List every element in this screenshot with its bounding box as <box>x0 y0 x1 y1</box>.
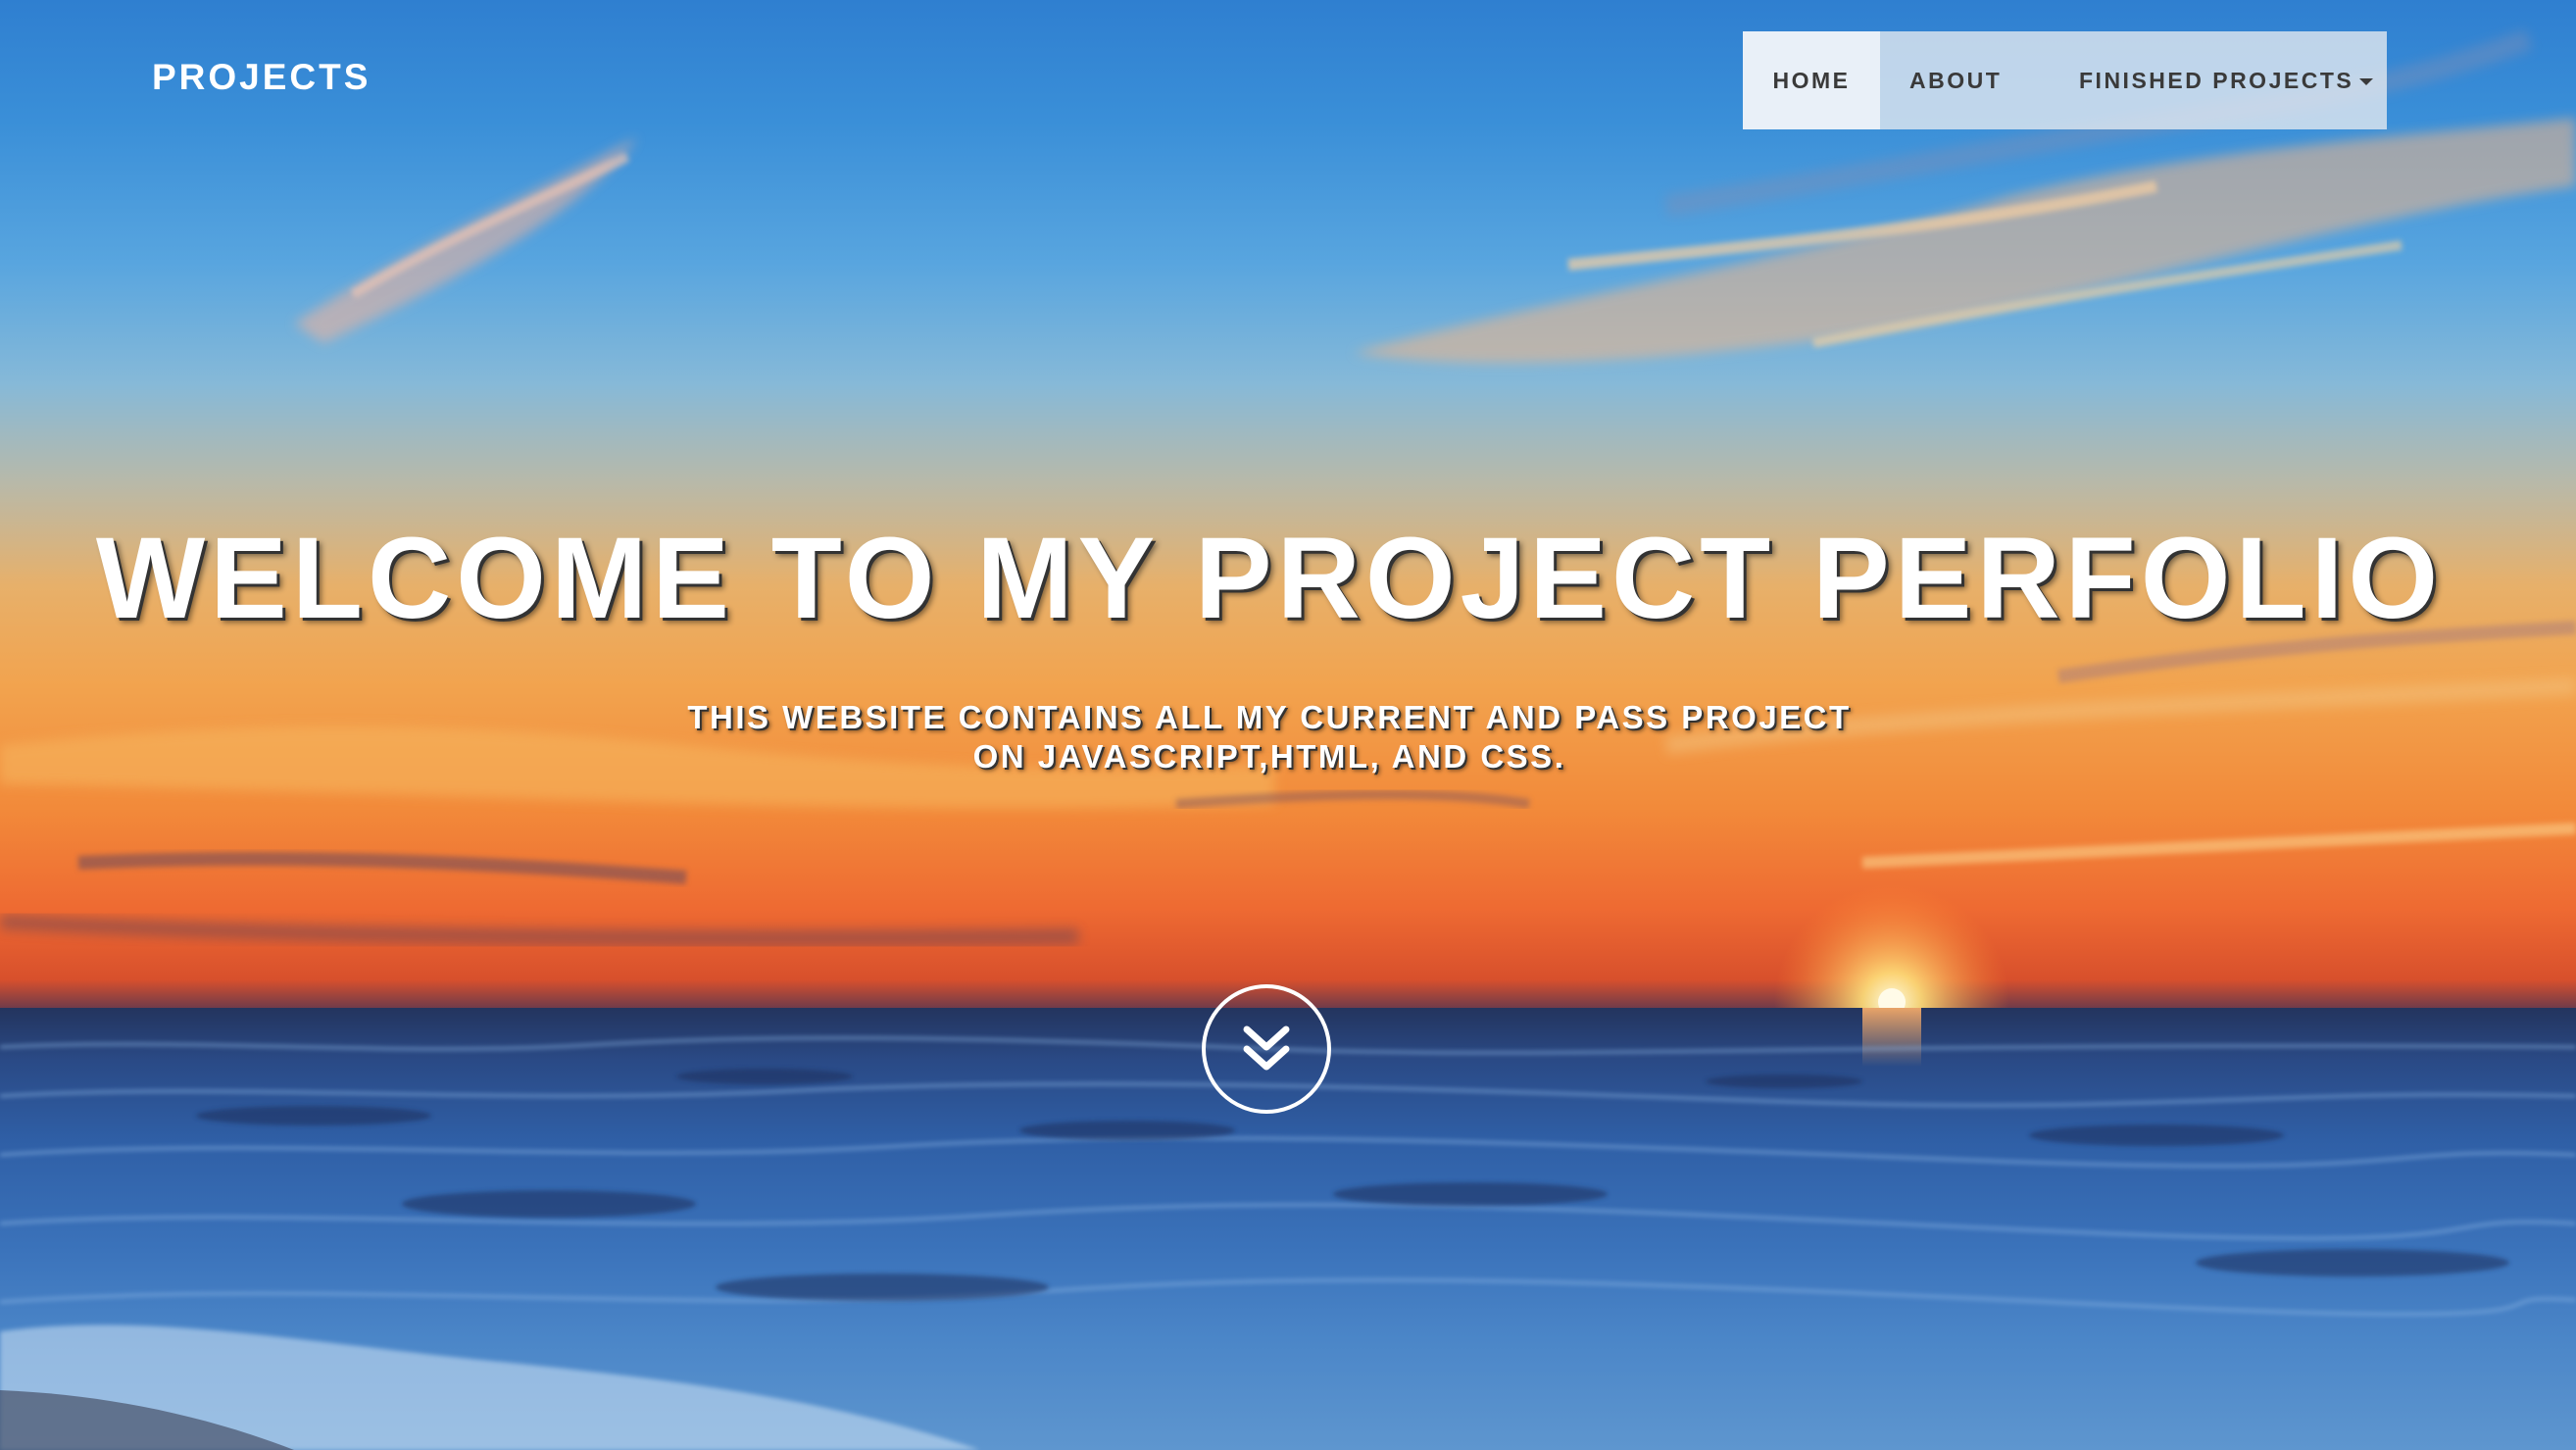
nav-item-finished-projects-dropdown[interactable]: FINISHED PROJECTS <box>2055 31 2374 129</box>
cloud-layer <box>0 28 2576 1010</box>
hero-subtitle-line-2: ON JAVASCRIPT,HTML, AND CSS. <box>972 738 1566 775</box>
hero-subtitle: THIS WEBSITE CONTAINS ALL MY CURRENT AND… <box>618 698 1921 776</box>
hero-title: WELCOME TO MY PROJECT PERFOLIO <box>95 514 2444 643</box>
brand-logo-link[interactable]: PROJECTS <box>152 57 371 98</box>
double-chevron-down-icon <box>1243 1025 1290 1071</box>
hero-subtitle-line-1: THIS WEBSITE CONTAINS ALL MY CURRENT AND… <box>687 699 1852 735</box>
nav-item-about[interactable]: ABOUT <box>1880 31 2055 129</box>
scroll-down-button[interactable] <box>1202 984 1331 1114</box>
nav-item-home[interactable]: HOME <box>1743 31 1880 129</box>
landing-page: PROJECTS HOME ABOUT FINISHED PROJECTS WE… <box>0 0 2576 1450</box>
main-navigation: HOME ABOUT FINISHED PROJECTS <box>1743 31 2387 129</box>
caret-down-icon <box>2359 77 2374 85</box>
nav-item-finished-projects-label: FINISHED PROJECTS <box>2079 67 2354 93</box>
nav-item-about-label: ABOUT <box>1909 67 2003 93</box>
nav-item-home-label: HOME <box>1772 67 1851 93</box>
